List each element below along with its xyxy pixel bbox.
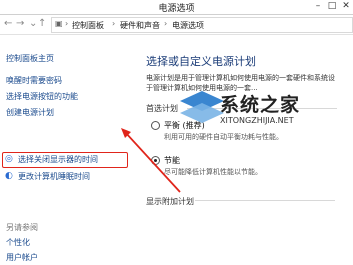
minimize-button[interactable]: –	[311, 0, 325, 13]
breadcrumb-hardware-sound[interactable]: 硬件和声音	[120, 20, 160, 31]
forward-icon[interactable]: →	[16, 18, 24, 29]
watermark-text: 系统之家	[220, 94, 301, 116]
control-panel-icon: ▣	[55, 19, 63, 28]
chevron-right-icon: ›	[112, 19, 116, 28]
description: 电源计划是用于管理计算机如何使用电源的一套硬件和系统设	[146, 74, 335, 82]
sidebar-item-power-button[interactable]: 选择电源按钮的功能	[6, 91, 78, 102]
title-bar: 电源选项 – □ ✕	[0, 0, 353, 15]
sidebar-item-home[interactable]: 控制面板主页	[6, 53, 54, 64]
sidebar: 控制面板主页 唤醒时需要密码 选择电源按钮的功能 创建电源计划 ◎ 选择关闭显示…	[0, 35, 128, 265]
main-content: 选择或自定义电源计划 电源计划是用于管理计算机如何使用电源的一套硬件和系统设 于…	[131, 35, 353, 265]
close-button[interactable]: ✕	[339, 0, 353, 13]
sidebar-item-sleep[interactable]: 更改计算机睡眠时间	[18, 171, 90, 182]
breadcrumb[interactable]: ▣ › 控制面板 › 硬件和声音 › 电源选项	[51, 17, 353, 33]
plan-powersaver-desc: 尽可能降低计算机性能以节能。	[164, 168, 262, 176]
sidebar-item-user-accounts[interactable]: 用户帐户	[6, 252, 38, 263]
page-title: 选择或自定义电源计划	[146, 55, 256, 68]
preferred-plans-title: 首选计划	[146, 104, 178, 113]
recent-pages-icon[interactable]: ⌄	[29, 18, 37, 29]
plan-balanced-radio[interactable]	[151, 121, 160, 130]
monitor-icon: ◎	[5, 154, 13, 164]
plan-balanced-desc: 利用可用的硬件自动平衡功耗与性能。	[164, 133, 283, 141]
sidebar-item-wake-password[interactable]: 唤醒时需要密码	[6, 75, 62, 86]
show-additional-plans[interactable]: 显示附加计划	[146, 196, 194, 207]
chevron-right-icon: ›	[65, 19, 69, 28]
back-icon[interactable]: ←	[4, 18, 12, 29]
watermark-url: XITONGZHIJIA.NET	[220, 116, 294, 125]
plan-powersaver-name[interactable]: 节能	[164, 155, 180, 166]
plan-powersaver-radio[interactable]	[151, 156, 160, 165]
breadcrumb-control-panel[interactable]: 控制面板	[72, 20, 104, 31]
sidebar-item-create-plan[interactable]: 创建电源计划	[6, 107, 54, 118]
watermark-logo: 系统之家 XITONGZHIJIA.NET	[180, 85, 353, 131]
moon-icon: ◐	[5, 171, 13, 181]
see-also-title: 另请参阅	[6, 223, 38, 232]
sidebar-item-display-off[interactable]: 选择关闭显示器的时间	[18, 154, 98, 165]
breadcrumb-power-options[interactable]: 电源选项	[172, 20, 204, 31]
chevron-right-icon: ›	[164, 19, 168, 28]
window-title: 电源选项	[158, 4, 195, 14]
sidebar-item-personalization[interactable]: 个性化	[6, 237, 30, 248]
address-bar: ← → ⌄ ↑ ▣ › 控制面板 › 硬件和声音 › 电源选项	[0, 15, 353, 35]
maximize-button[interactable]: □	[325, 0, 339, 13]
up-icon[interactable]: ↑	[38, 18, 46, 29]
divider	[195, 200, 335, 201]
